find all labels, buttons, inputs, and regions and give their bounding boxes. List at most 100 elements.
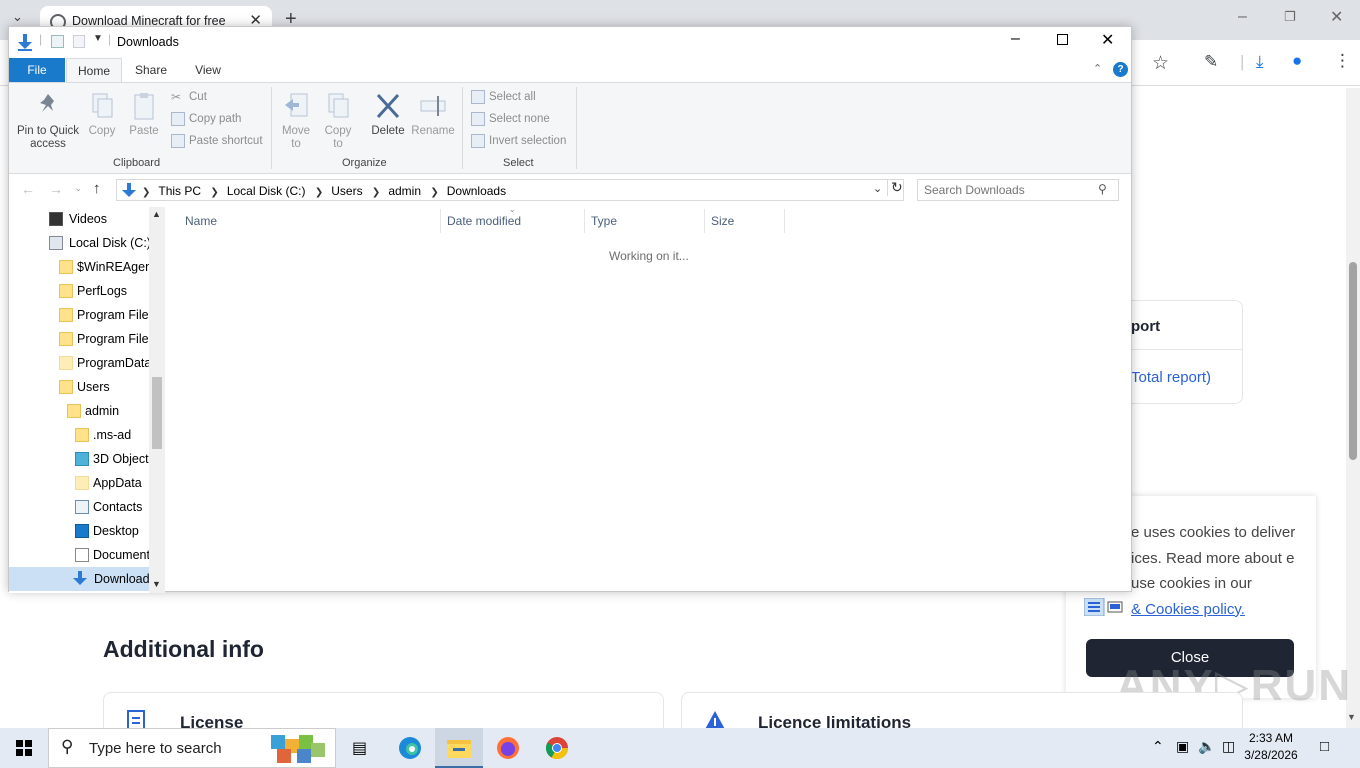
nav-scroll-thumb[interactable] (152, 377, 162, 449)
properties-icon[interactable] (51, 35, 64, 48)
explorer-taskbar-button[interactable] (435, 728, 483, 768)
address-bar[interactable]: ❯ This PC ❯ Local Disk (C:) ❯ Users ❯ admin … (116, 179, 904, 201)
nav-scroll-down-icon[interactable]: ▼ (152, 579, 161, 589)
nav-label: Videos (69, 212, 107, 226)
nav-scroll-up-icon[interactable]: ▲ (152, 209, 161, 219)
nav-item-ms-ad[interactable]: .ms-ad (75, 423, 215, 447)
new-folder-icon[interactable] (73, 35, 85, 48)
nav-item-winreagent[interactable]: $WinREAgent (59, 255, 199, 279)
profile-icon[interactable]: ● (1292, 51, 1302, 71)
nav-item-local-disk[interactable]: Local Disk (C:) (49, 231, 189, 255)
explorer-maximize-icon[interactable] (1057, 34, 1068, 45)
crumb-users[interactable]: Users (331, 184, 362, 198)
copy-to-button[interactable]: Copy to (319, 91, 357, 151)
copy-label: Copy (88, 125, 116, 137)
crumb-this-pc[interactable]: This PC (158, 184, 201, 198)
nav-item-documents[interactable]: Documents (75, 543, 215, 567)
report-heading: port (1131, 318, 1161, 335)
chrome-taskbar-button[interactable] (533, 728, 581, 768)
edge-taskbar-button[interactable] (386, 728, 434, 768)
menu-icon[interactable]: ⋮ (1334, 51, 1351, 71)
tab-home[interactable]: Home (66, 58, 122, 82)
page-scroll-thumb[interactable] (1349, 262, 1357, 460)
nav-item-downloads[interactable]: Downloads (9, 567, 149, 591)
firefox-taskbar-button[interactable] (484, 728, 532, 768)
paste-button[interactable]: Paste (127, 91, 161, 138)
delete-button[interactable]: Delete (367, 91, 409, 138)
network-device-icon[interactable]: ▣ (1176, 738, 1189, 755)
view-toggle-icons[interactable] (1084, 598, 1124, 616)
tab-view[interactable]: View (179, 58, 237, 82)
nav-item-program-files-x86[interactable]: Program Files (59, 327, 199, 351)
crumb-admin[interactable]: admin (388, 184, 421, 198)
delete-label: Delete (371, 125, 405, 137)
nav-label: Contacts (93, 500, 143, 514)
back-icon[interactable]: ← (21, 181, 35, 197)
move-to-button[interactable]: Move to (277, 91, 315, 151)
select-none-button[interactable]: Select none (471, 112, 550, 126)
qat-dropdown-icon[interactable]: ▼ (93, 33, 103, 44)
column-size[interactable]: Size (705, 209, 785, 233)
help-icon[interactable]: ? (1113, 62, 1128, 77)
crumb-downloads[interactable]: Downloads (447, 184, 506, 198)
tab-file[interactable]: File (9, 58, 65, 82)
nav-item-users[interactable]: Users (59, 375, 199, 399)
pin-quick-access-button[interactable]: Pin to Quick access (13, 91, 83, 151)
start-button[interactable] (0, 728, 48, 768)
notifications-icon[interactable]: □ (1320, 738, 1329, 755)
tab-search-chevron-icon[interactable]: ⌄ (12, 9, 23, 25)
search-icon[interactable]: ⚲ (1098, 182, 1107, 196)
crumb-local-disk[interactable]: Local Disk (C:) (227, 184, 306, 198)
column-type[interactable]: Type (585, 209, 705, 233)
copy-path-button[interactable]: Copy path (171, 112, 241, 126)
group-divider (576, 87, 577, 169)
nav-item-contacts[interactable]: Contacts (75, 495, 215, 519)
search-box[interactable]: ⚲ (917, 179, 1119, 201)
forward-icon[interactable]: → (49, 181, 63, 197)
nav-item-appdata[interactable]: AppData (75, 471, 215, 495)
nav-item-program-files[interactable]: Program Files (59, 303, 199, 327)
task-view-button[interactable]: ▤ (336, 728, 384, 768)
downloads-icon[interactable]: ⤓ (1256, 52, 1264, 72)
select-group-label: Select (503, 157, 534, 169)
cookie-policy-link[interactable]: & Cookies policy. (1131, 601, 1245, 618)
copy-button[interactable]: Copy (85, 91, 119, 138)
rename-button[interactable]: Rename (411, 91, 455, 138)
explorer-close-icon[interactable]: ✕ (1101, 30, 1114, 50)
close-window-icon[interactable]: ✕ (1330, 7, 1343, 27)
collapse-ribbon-icon[interactable]: ⌃ (1093, 62, 1102, 75)
taskbar-clock[interactable]: 2:33 AM 3/28/2026 (1240, 730, 1302, 764)
up-icon[interactable]: ↑ (93, 180, 101, 197)
show-hidden-icons-icon[interactable]: ⌃ (1152, 738, 1164, 755)
tab-share[interactable]: Share (123, 58, 179, 82)
nav-item-perflogs[interactable]: PerfLogs (59, 279, 199, 303)
extensions-icon[interactable]: ✎ (1204, 52, 1218, 72)
network-icon[interactable]: ◫ (1222, 738, 1235, 755)
address-dropdown-icon[interactable]: ⌄ (873, 182, 882, 195)
nav-item-3d-objects[interactable]: 3D Objects (75, 447, 215, 471)
column-name[interactable]: Name (179, 209, 441, 233)
select-all-button[interactable]: Select all (471, 90, 536, 104)
recent-locations-icon[interactable]: ⌄ (75, 184, 82, 193)
search-input[interactable] (924, 182, 1094, 198)
taskbar-search[interactable]: ⚲ Type here to search (48, 728, 336, 768)
cut-label: Cut (189, 91, 207, 103)
bookmark-star-icon[interactable]: ☆ (1152, 52, 1169, 75)
restore-icon[interactable]: ❐ (1284, 9, 1296, 25)
nav-item-programdata[interactable]: ProgramData (59, 351, 199, 375)
minimize-icon[interactable]: – (1238, 8, 1247, 26)
paste-shortcut-button[interactable]: Paste shortcut (171, 134, 263, 148)
nav-item-desktop[interactable]: Desktop (75, 519, 215, 543)
report-link[interactable]: Total report) (1131, 369, 1211, 386)
nav-item-admin[interactable]: admin (67, 399, 207, 423)
explorer-minimize-icon[interactable]: – (1011, 30, 1020, 48)
refresh-icon[interactable]: ↻ (887, 179, 903, 196)
column-headers: Name Date modified ⌄ Type Size (179, 205, 795, 233)
nav-label: .ms-ad (93, 428, 132, 442)
license-card: License (103, 692, 664, 733)
cut-button[interactable]: ✂ Cut (171, 90, 207, 104)
scroll-down-icon[interactable]: ▼ (1347, 712, 1356, 722)
invert-selection-button[interactable]: Invert selection (471, 134, 566, 148)
nav-item-videos[interactable]: Videos (49, 207, 189, 231)
volume-icon[interactable]: 🔈 (1198, 738, 1215, 755)
